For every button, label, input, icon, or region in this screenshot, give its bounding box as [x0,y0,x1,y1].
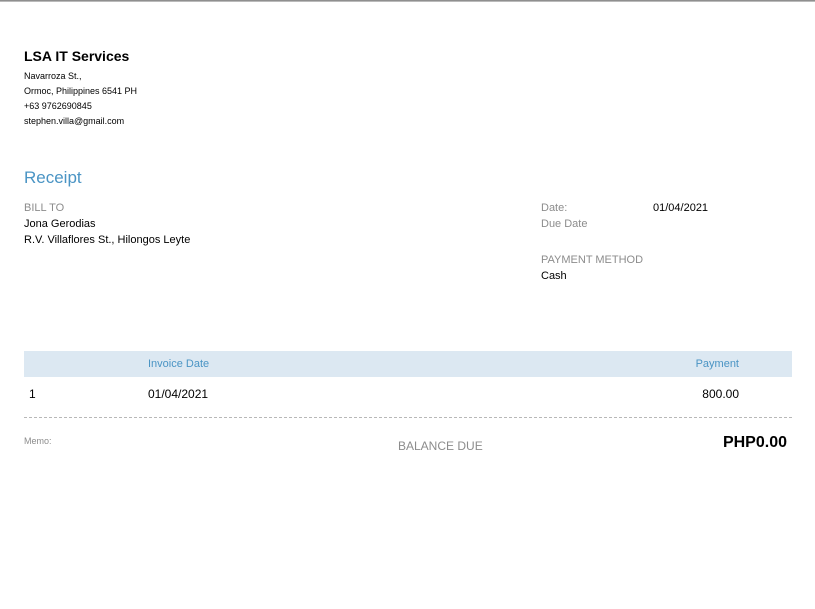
payment-method-section: PAYMENT METHOD Cash [541,252,643,284]
bill-to-section: BILL TO Jona Gerodias R.V. Villaflores S… [24,200,190,248]
bill-to-address: R.V. Villaflores St., Hilongos Leyte [24,234,191,246]
company-address-line2: Ormoc, Philippines 6541 PH [24,86,138,96]
date-row: Date: 01/04/2021 [541,200,791,216]
company-email: stephen.villa@gmail.com [24,116,125,126]
bill-to-label: BILL TO [24,202,65,214]
date-label: Date: [541,202,568,214]
payment-method-value: Cash [541,270,567,282]
date-value: 01/04/2021 [653,202,709,214]
payment-method-label: PAYMENT METHOD [541,254,644,266]
table-header: Invoice Date Payment [24,351,792,377]
company-phone: +63 9762690845 [24,101,92,111]
company-header: LSA IT Services Navarroza St., Ormoc, Ph… [24,48,137,129]
row-payment: 800.00 [702,387,739,401]
company-name: LSA IT Services [24,48,130,64]
company-address-line1: Navarroza St., [24,71,82,81]
row-number: 1 [29,387,36,401]
row-invoice-date: 01/04/2021 [148,387,209,401]
page-top-edge [0,0,815,2]
balance-due-amount: PHP0.00 [722,434,787,451]
table-row: 1 01/04/2021 800.00 [24,377,792,411]
header-invoice-date: Invoice Date [148,358,210,370]
memo-label: Memo: [24,436,52,446]
receipt-meta: Date: 01/04/2021 Due Date [541,200,791,232]
dashed-divider [24,417,792,418]
bill-to-name: Jona Gerodias [24,218,96,230]
balance-due-label: BALANCE DUE [398,439,483,453]
due-date-label: Due Date [541,218,588,230]
due-date-row: Due Date [541,216,791,232]
header-payment: Payment [695,358,739,370]
document-title: Receipt [24,168,82,187]
